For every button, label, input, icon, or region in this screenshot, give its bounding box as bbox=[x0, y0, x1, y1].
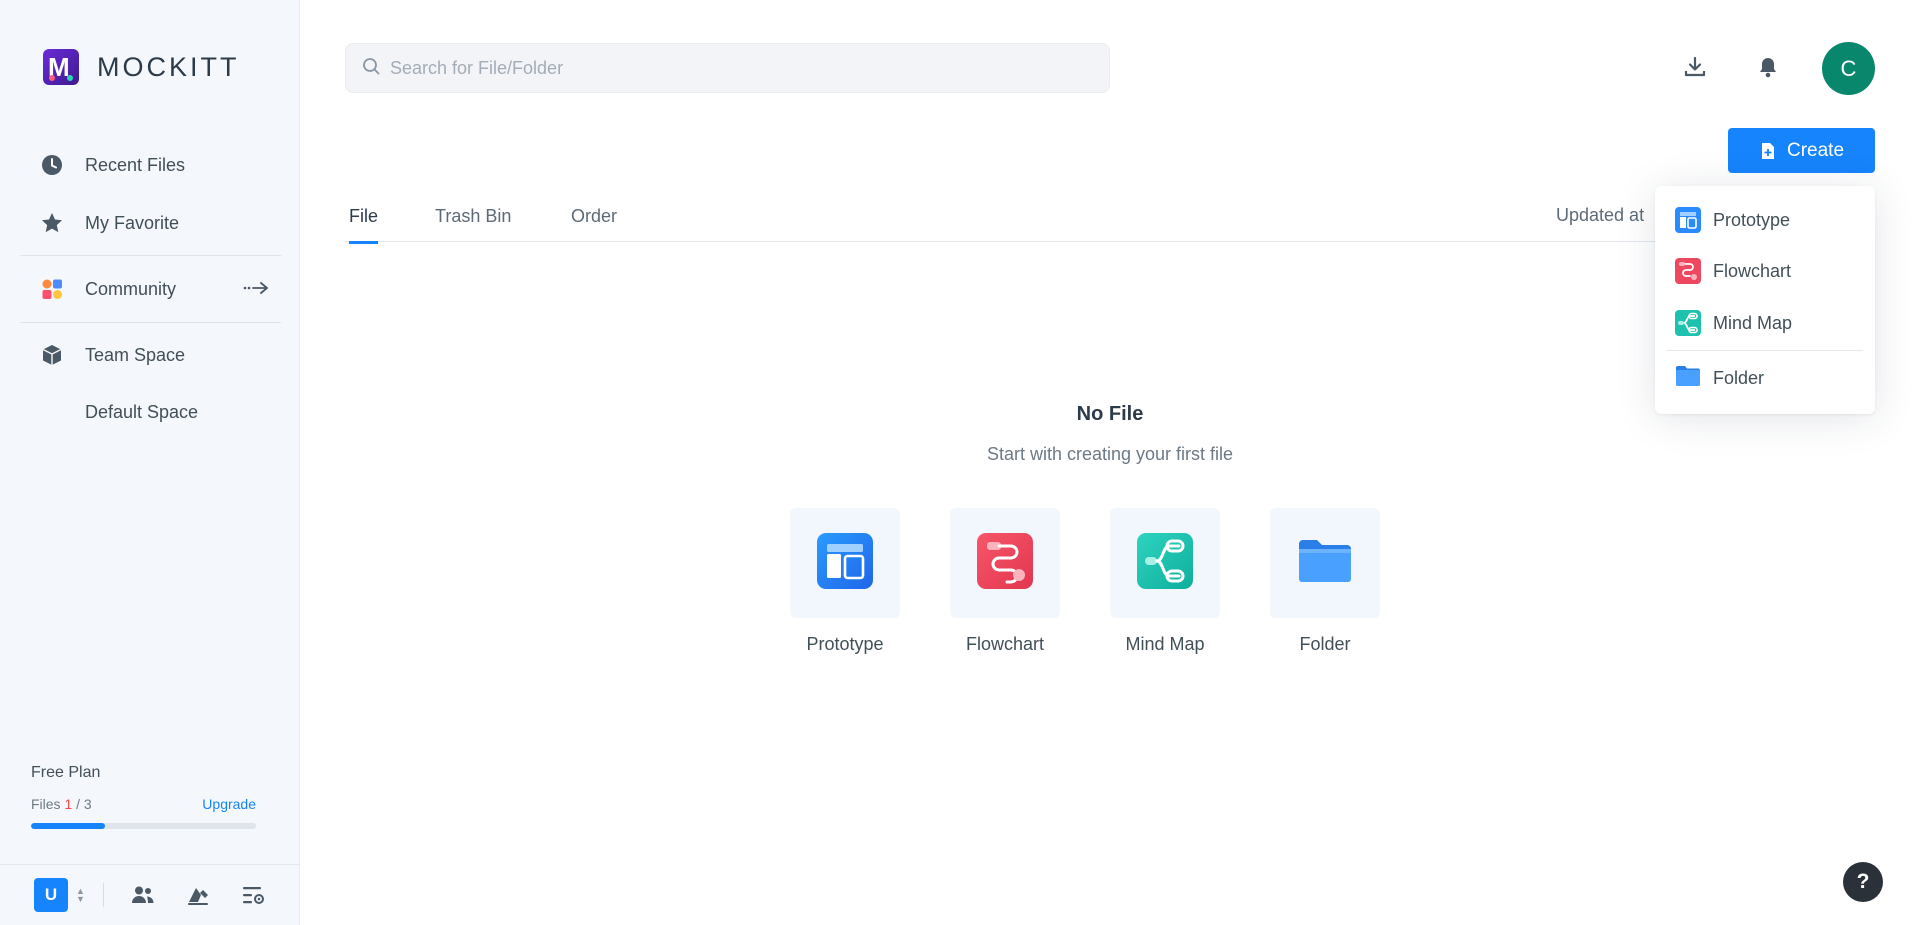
menu-divider bbox=[1667, 350, 1863, 351]
sidebar-item-community[interactable]: Community bbox=[20, 266, 281, 312]
flowchart-icon bbox=[977, 532, 1033, 594]
star-icon bbox=[40, 211, 64, 235]
sidebar-item-label: My Favorite bbox=[85, 212, 180, 233]
sort-updown-icon[interactable]: ▲ ▼ bbox=[76, 887, 85, 904]
menu-item-flowchart[interactable]: Flowchart bbox=[1675, 251, 1865, 291]
upgrade-link[interactable]: Upgrade bbox=[202, 796, 256, 812]
menu-item-folder[interactable]: Folder bbox=[1675, 358, 1865, 398]
sidebar-item-team-space[interactable]: Team Space bbox=[20, 332, 281, 378]
menu-item-label: Mind Map bbox=[1713, 312, 1793, 333]
sidebar-item-default-space[interactable]: Default Space bbox=[20, 389, 281, 435]
notification-bell-icon[interactable] bbox=[1753, 52, 1783, 82]
sidebar-item-label: Recent Files bbox=[85, 154, 186, 175]
files-count: Files 1 / 3 bbox=[31, 796, 92, 812]
create-button[interactable]: Create bbox=[1728, 128, 1875, 173]
cube-icon bbox=[40, 343, 64, 367]
search-icon bbox=[362, 57, 380, 80]
menu-item-label: Folder bbox=[1713, 367, 1765, 388]
create-button-label: Create bbox=[1786, 139, 1845, 161]
files-progress-bar bbox=[31, 823, 256, 829]
members-icon[interactable] bbox=[128, 880, 158, 910]
sidebar-item-label: Default Space bbox=[85, 401, 199, 422]
sidebar-item-label: Community bbox=[85, 278, 177, 299]
clock-icon bbox=[40, 153, 64, 177]
plan-panel: Free Plan Files 1 / 3 Upgrade bbox=[31, 764, 256, 829]
external-arrow-icon bbox=[243, 279, 269, 300]
sidebar-divider bbox=[20, 255, 281, 256]
files-progress-fill bbox=[31, 823, 106, 829]
file-tabs: File Trash Bin Order bbox=[345, 200, 1875, 244]
search-input[interactable] bbox=[390, 57, 1070, 79]
menu-item-mind-map[interactable]: Mind Map bbox=[1675, 303, 1865, 343]
tab-trash-bin[interactable]: Trash Bin bbox=[435, 206, 511, 241]
app-logo[interactable]: M MOCKITT bbox=[43, 49, 240, 85]
create-card-mind-map[interactable]: Mind Map bbox=[1110, 508, 1220, 655]
tab-order[interactable]: Order bbox=[571, 206, 617, 241]
create-card-label: Folder bbox=[1299, 634, 1351, 654]
settings-list-icon[interactable] bbox=[238, 880, 268, 910]
menu-item-label: Prototype bbox=[1713, 209, 1791, 230]
menu-item-label: Flowchart bbox=[1713, 260, 1792, 281]
create-card-label: Flowchart bbox=[965, 634, 1045, 654]
create-card-folder[interactable]: Folder bbox=[1270, 508, 1380, 655]
create-dropdown-menu: Prototype Flowchart Mind Map Folder bbox=[1655, 186, 1875, 414]
team-switcher-badge[interactable]: U bbox=[34, 878, 68, 912]
create-card-label: Prototype bbox=[806, 634, 884, 654]
download-icon[interactable] bbox=[1680, 52, 1710, 82]
files-total: 3 bbox=[83, 796, 92, 812]
brand-theme-icon[interactable] bbox=[183, 880, 213, 910]
add-file-icon bbox=[1759, 142, 1777, 160]
prototype-icon bbox=[817, 532, 873, 594]
tab-file[interactable]: File bbox=[349, 206, 379, 244]
search-bar[interactable] bbox=[345, 43, 1110, 93]
sidebar-item-label: Team Space bbox=[85, 344, 186, 365]
sidebar: M MOCKITT Recent Files My Favorite Commu… bbox=[0, 0, 300, 925]
mindmap-icon bbox=[1137, 532, 1193, 594]
create-cards: Prototype Flowchart Mind Map Folder bbox=[790, 508, 1380, 655]
help-button[interactable]: ? bbox=[1843, 862, 1883, 902]
files-used: 1 bbox=[64, 796, 73, 812]
create-card-prototype[interactable]: Prototype bbox=[790, 508, 900, 655]
sort-updated-at[interactable]: Updated at bbox=[1556, 205, 1644, 226]
sidebar-item-my-favorite[interactable]: My Favorite bbox=[20, 200, 281, 246]
mockitt-logo-icon: M bbox=[43, 49, 79, 85]
create-card-label: Mind Map bbox=[1125, 634, 1205, 654]
sidebar-footer: U ▲ ▼ bbox=[0, 864, 300, 925]
sidebar-item-recent-files[interactable]: Recent Files bbox=[20, 142, 281, 188]
sidebar-divider bbox=[20, 322, 281, 323]
plan-title: Free Plan bbox=[31, 764, 101, 781]
empty-subtitle: Start with creating your first file bbox=[986, 444, 1234, 464]
prototype-icon bbox=[1675, 207, 1701, 233]
mindmap-icon bbox=[1675, 310, 1701, 336]
flowchart-icon bbox=[1675, 258, 1701, 284]
folder-icon bbox=[1675, 365, 1701, 391]
community-icon bbox=[40, 277, 64, 301]
folder-icon bbox=[1297, 538, 1353, 589]
app-name: MOCKITT bbox=[97, 51, 240, 82]
create-card-flowchart[interactable]: Flowchart bbox=[950, 508, 1060, 655]
menu-item-prototype[interactable]: Prototype bbox=[1675, 200, 1865, 240]
user-avatar[interactable]: C bbox=[1822, 42, 1875, 95]
